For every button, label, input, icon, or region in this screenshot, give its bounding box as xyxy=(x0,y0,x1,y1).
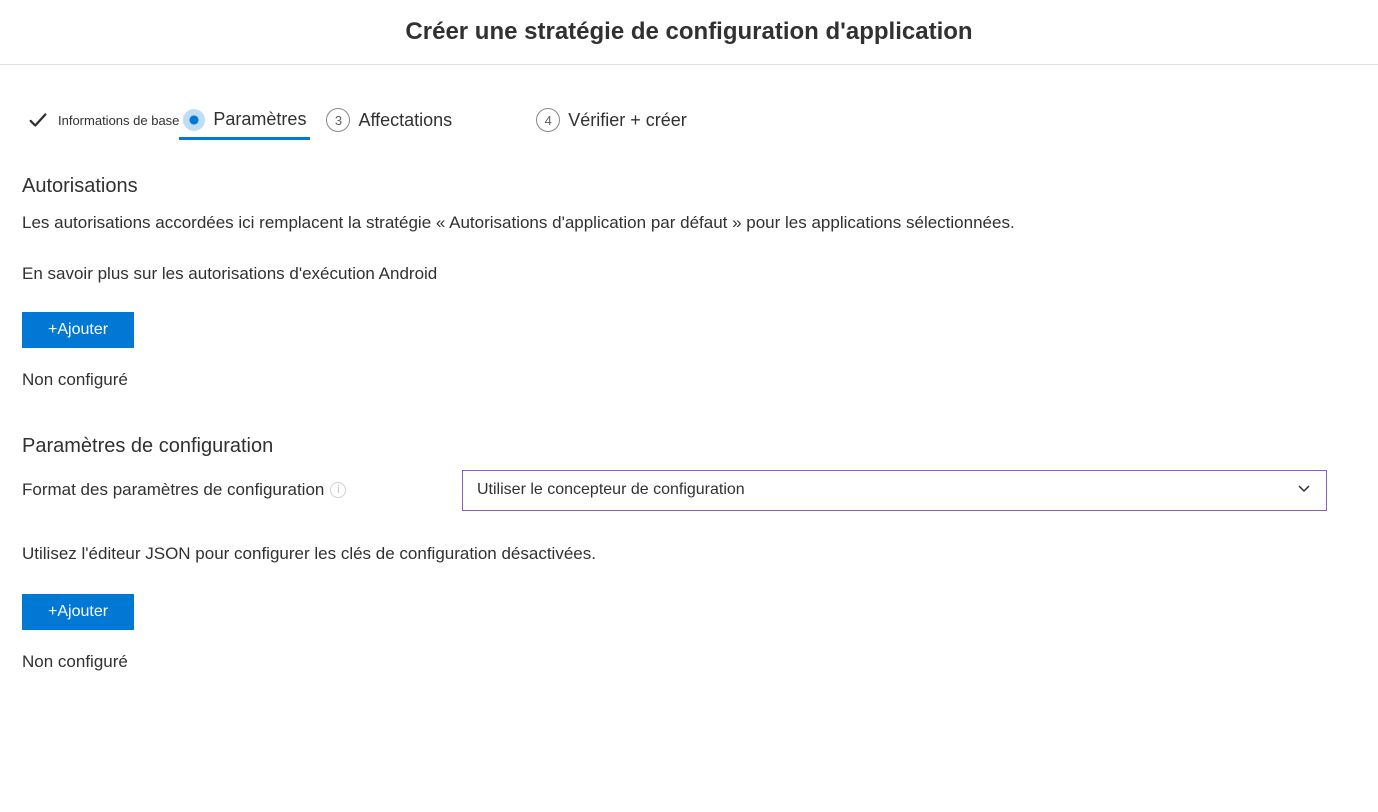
active-step-indicator-icon xyxy=(183,109,205,131)
page-title: Créer une stratégie de configuration d'a… xyxy=(0,0,1378,65)
dropdown-value: Utiliser le concepteur de configuration xyxy=(477,481,745,499)
permissions-description: Les autorisations accordées ici remplace… xyxy=(22,210,1356,236)
json-editor-hint: Utilisez l'éditeur JSON pour configurer … xyxy=(22,541,1356,567)
check-icon xyxy=(26,108,50,132)
wizard-stepper: Informations de base Paramètres 3 Affect… xyxy=(22,100,1356,140)
config-format-label: Format des paramètres de configuration i xyxy=(22,480,452,500)
step-label: Affectations xyxy=(358,110,452,131)
content-area: Informations de base Paramètres 3 Affect… xyxy=(0,65,1378,737)
add-config-button[interactable]: +Ajouter xyxy=(22,594,134,630)
step-settings[interactable]: Paramètres xyxy=(179,101,310,140)
permissions-heading: Autorisations xyxy=(22,175,1356,198)
config-format-row: Format des paramètres de configuration i… xyxy=(22,470,1356,511)
step-label: Informations de base xyxy=(58,113,179,128)
step-label: Vérifier + créer xyxy=(568,110,687,131)
step-number-icon: 4 xyxy=(536,108,560,132)
permissions-learn-more-link[interactable]: En savoir plus sur les autorisations d'e… xyxy=(22,264,1356,284)
add-permission-button[interactable]: +Ajouter xyxy=(22,312,134,348)
info-icon[interactable]: i xyxy=(330,482,346,498)
step-review-create[interactable]: 4 Vérifier + créer xyxy=(532,100,691,140)
config-settings-heading: Paramètres de configuration xyxy=(22,435,1356,458)
config-format-dropdown[interactable]: Utiliser le concepteur de configuration xyxy=(462,470,1327,511)
chevron-down-icon xyxy=(1296,480,1312,501)
step-number-icon: 3 xyxy=(326,108,350,132)
config-format-label-text: Format des paramètres de configuration xyxy=(22,480,324,500)
permissions-status: Non configuré xyxy=(22,370,1356,390)
step-label: Paramètres xyxy=(213,109,306,130)
config-status: Non configuré xyxy=(22,652,1356,672)
step-basic-info[interactable]: Informations de base xyxy=(22,100,183,140)
step-assignments[interactable]: 3 Affectations xyxy=(322,100,456,140)
